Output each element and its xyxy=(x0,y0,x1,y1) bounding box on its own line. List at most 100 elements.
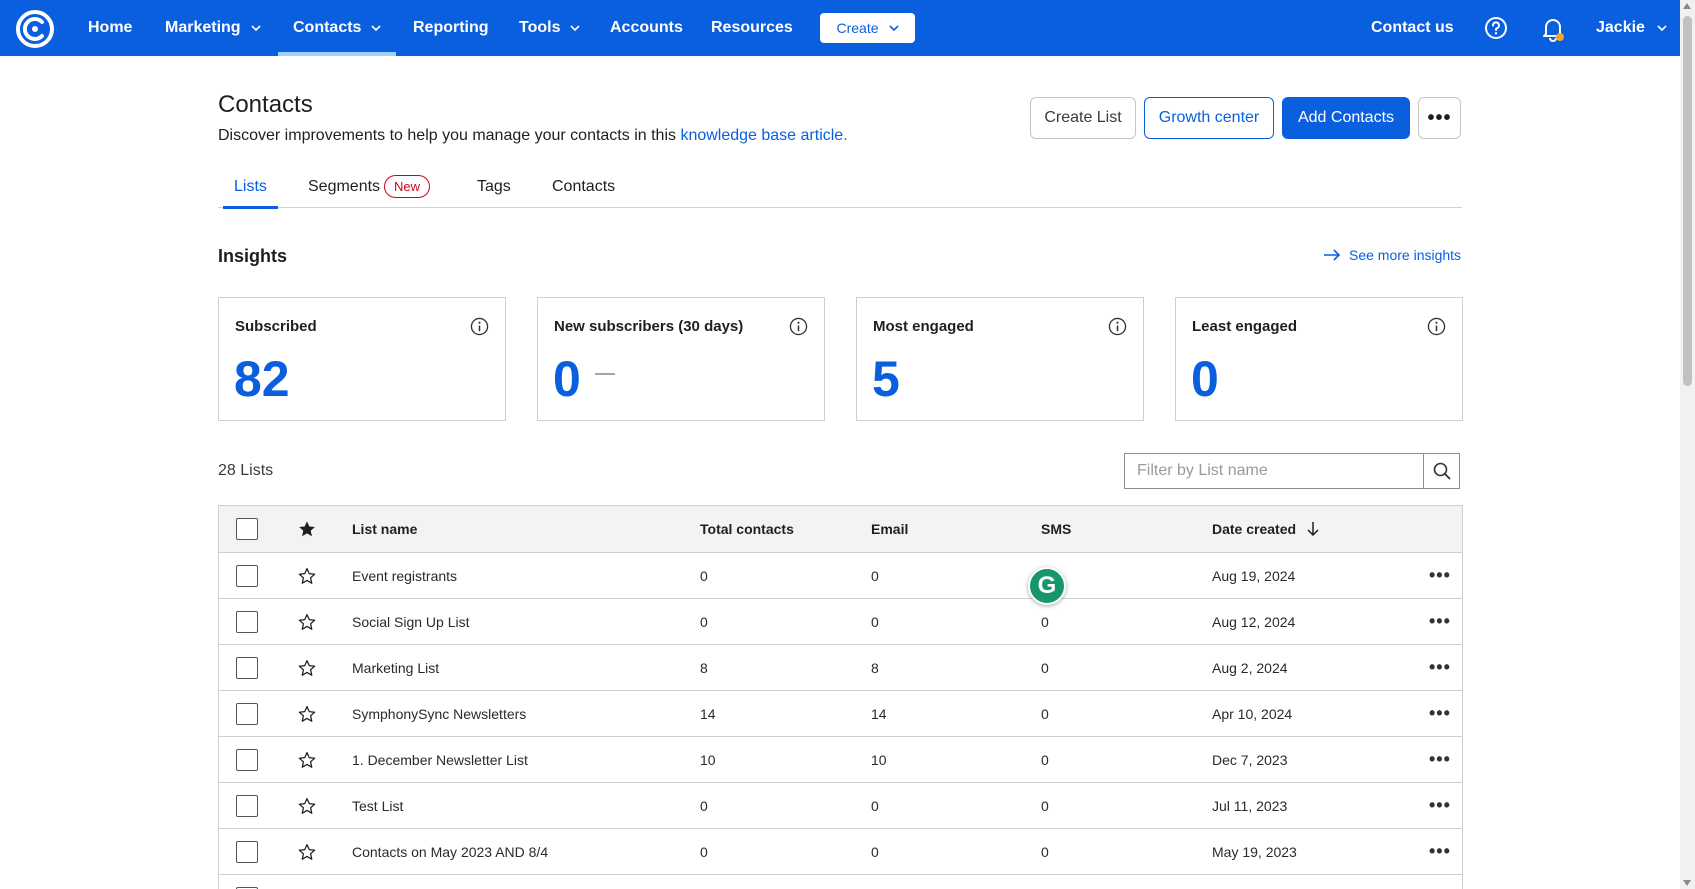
row-checkbox[interactable] xyxy=(236,564,258,587)
table-row[interactable]: Contacts on May 2023 AND 8/4 0 0 0 May 1… xyxy=(219,829,1462,875)
email-cell: 14 xyxy=(871,705,887,722)
filter-input[interactable] xyxy=(1125,454,1423,488)
filter-search-button[interactable] xyxy=(1423,454,1459,488)
star-outline-icon[interactable] xyxy=(298,705,316,723)
nav-home[interactable]: Home xyxy=(88,0,132,56)
row-checkbox[interactable] xyxy=(236,794,258,817)
scroll-up-arrow-icon[interactable] xyxy=(1683,3,1691,9)
column-header-total-contacts[interactable]: Total contacts xyxy=(700,506,794,552)
create-list-button[interactable]: Create List xyxy=(1030,97,1136,139)
total-contacts-cell: 14 xyxy=(700,705,716,722)
list-name-cell[interactable]: 1. December Newsletter List xyxy=(352,737,528,782)
notification-bell-icon[interactable] xyxy=(1540,15,1566,43)
column-header-list-name[interactable]: List name xyxy=(352,506,417,552)
table-row[interactable] xyxy=(219,875,1462,889)
new-badge: New xyxy=(384,175,431,198)
sms-cell: 0 xyxy=(1041,705,1049,722)
sort-arrow-down-icon xyxy=(1307,522,1319,537)
list-name-cell[interactable]: SymphonySync Newsletters xyxy=(352,691,526,736)
list-name-cell[interactable]: Marketing List xyxy=(352,645,439,690)
row-checkbox[interactable] xyxy=(236,656,258,679)
row-more-actions-button[interactable]: ••• xyxy=(1429,645,1451,690)
row-checkbox[interactable] xyxy=(236,748,258,771)
date-created-cell: Aug 19, 2024 xyxy=(1212,567,1296,584)
insight-card-least-engaged: Least engaged 0 xyxy=(1175,297,1463,421)
info-icon[interactable] xyxy=(470,317,489,336)
more-actions-button[interactable]: ••• xyxy=(1418,97,1461,139)
row-more-actions-button[interactable]: ••• xyxy=(1429,783,1451,828)
scroll-down-arrow-icon[interactable] xyxy=(1683,880,1691,886)
list-name-cell[interactable]: Social Sign Up List xyxy=(352,599,470,644)
tab-contacts[interactable]: Contacts xyxy=(552,165,615,208)
tab-lists-label: Lists xyxy=(234,177,267,195)
column-header-date-created[interactable]: Date created xyxy=(1212,506,1320,552)
row-checkbox[interactable] xyxy=(236,702,258,725)
row-checkbox[interactable] xyxy=(236,840,258,863)
list-name-cell[interactable]: Test List xyxy=(352,783,403,828)
sms-cell: 0 xyxy=(1041,751,1049,768)
table-row[interactable]: SymphonySync Newsletters 14 14 0 Apr 10,… xyxy=(219,691,1462,737)
select-all-checkbox[interactable] xyxy=(236,518,258,540)
tab-tags-label: Tags xyxy=(477,177,511,195)
tab-lists[interactable]: Lists xyxy=(223,165,278,209)
create-button[interactable]: Create xyxy=(820,13,915,43)
knowledge-base-link[interactable]: knowledge base article. xyxy=(680,127,847,144)
help-icon[interactable] xyxy=(1484,16,1508,40)
date-created-cell: Aug 12, 2024 xyxy=(1212,613,1296,630)
star-outline-icon[interactable] xyxy=(298,567,316,585)
table-row[interactable]: Event registrants 0 0 Aug 19, 2024 ••• xyxy=(219,553,1462,599)
column-header-email[interactable]: Email xyxy=(871,506,908,552)
nav-home-label: Home xyxy=(88,19,133,36)
row-more-actions-button[interactable]: ••• xyxy=(1429,599,1451,644)
nav-resources[interactable]: Resources xyxy=(711,0,793,56)
row-checkbox[interactable] xyxy=(236,610,258,633)
email-cell: 10 xyxy=(871,751,887,768)
user-name: Jackie xyxy=(1596,19,1645,36)
row-more-actions-button[interactable]: ••• xyxy=(1429,691,1451,736)
email-cell: 0 xyxy=(871,567,879,584)
list-name-cell[interactable]: Event registrants xyxy=(352,553,457,598)
constant-contact-logo-icon[interactable] xyxy=(14,8,56,50)
table-header: List name Total contacts Email SMS Date … xyxy=(219,506,1462,553)
list-name-cell[interactable]: Contacts on May 2023 AND 8/4 xyxy=(352,829,548,874)
table-row[interactable]: 1. December Newsletter List 10 10 0 Dec … xyxy=(219,737,1462,783)
add-contacts-button[interactable]: Add Contacts xyxy=(1282,97,1410,139)
contact-us-link[interactable]: Contact us xyxy=(1371,0,1454,56)
star-outline-icon[interactable] xyxy=(298,843,316,861)
row-more-actions-button[interactable]: ••• xyxy=(1429,737,1451,782)
user-menu[interactable]: Jackie xyxy=(1596,0,1667,56)
chevron-down-icon xyxy=(1657,25,1667,32)
table-row[interactable]: Marketing List 8 8 0 Aug 2, 2024 ••• xyxy=(219,645,1462,691)
star-outline-icon[interactable] xyxy=(298,659,316,677)
info-icon[interactable] xyxy=(1108,317,1127,336)
tab-segments[interactable]: Segments New xyxy=(308,165,431,208)
tab-contacts-label: Contacts xyxy=(552,177,616,195)
info-icon[interactable] xyxy=(1427,317,1446,336)
grammarly-widget-icon[interactable]: G xyxy=(1028,567,1066,605)
star-outline-icon[interactable] xyxy=(298,797,316,815)
page-scrollbar[interactable] xyxy=(1680,0,1695,889)
growth-center-button[interactable]: Growth center xyxy=(1144,97,1274,139)
table-row[interactable]: Test List 0 0 0 Jul 11, 2023 ••• xyxy=(219,783,1462,829)
star-outline-icon[interactable] xyxy=(298,613,316,631)
trend-dash xyxy=(595,373,615,375)
total-contacts-cell: 0 xyxy=(700,567,708,584)
table-row[interactable]: Social Sign Up List 0 0 0 Aug 12, 2024 •… xyxy=(219,599,1462,645)
column-header-sms[interactable]: SMS xyxy=(1041,506,1071,552)
row-more-actions-button[interactable]: ••• xyxy=(1429,829,1451,874)
star-outline-icon[interactable] xyxy=(298,751,316,769)
star-filled-icon[interactable] xyxy=(298,520,316,538)
nav-marketing[interactable]: Marketing xyxy=(165,0,261,56)
info-icon[interactable] xyxy=(789,317,808,336)
nav-contacts[interactable]: Contacts xyxy=(278,0,397,56)
create-button-label: Create xyxy=(836,20,879,36)
nav-reporting[interactable]: Reporting xyxy=(413,0,489,56)
search-icon xyxy=(1433,462,1451,480)
nav-tools[interactable]: Tools xyxy=(519,0,581,56)
scrollbar-thumb[interactable] xyxy=(1683,16,1692,386)
tab-tags[interactable]: Tags xyxy=(477,165,511,208)
row-more-actions-button[interactable]: ••• xyxy=(1429,553,1451,598)
nav-accounts[interactable]: Accounts xyxy=(610,0,683,56)
see-more-insights-link[interactable]: See more insights xyxy=(1323,247,1461,263)
chevron-down-icon xyxy=(888,25,899,32)
